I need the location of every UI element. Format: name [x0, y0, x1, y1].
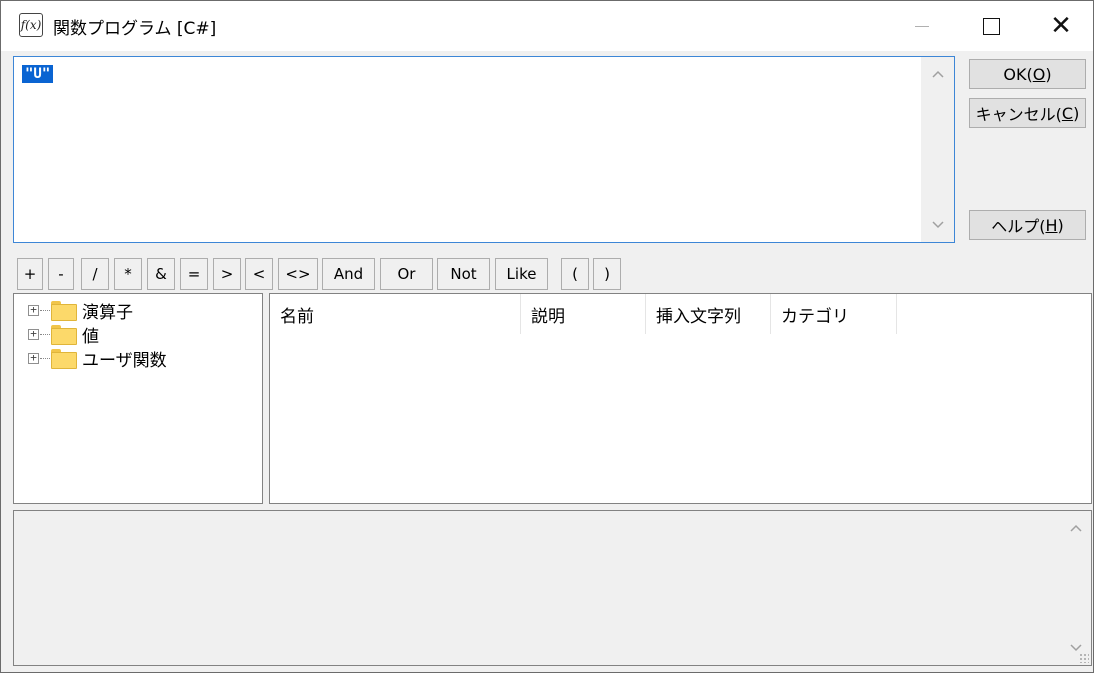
ok-button[interactable]: OK(O) [969, 59, 1086, 89]
operator-plus-button[interactable]: + [17, 258, 43, 290]
tree-item-values[interactable]: + 値 [28, 323, 99, 347]
window-title: 関数プログラム [C#] [53, 19, 217, 39]
folder-icon [51, 325, 77, 345]
folder-icon [51, 301, 77, 321]
tree-item-label: 値 [82, 326, 99, 347]
operator-divide-button[interactable]: / [81, 258, 109, 290]
folder-icon [51, 349, 77, 369]
operator-close-paren-button[interactable]: ) [593, 258, 621, 290]
editor-scrollbar[interactable] [921, 57, 954, 242]
operator-greater-button[interactable]: > [213, 258, 241, 290]
minimize-icon [915, 25, 929, 27]
expression-editor[interactable]: "U" [13, 56, 955, 243]
maximize-button[interactable] [963, 1, 1019, 51]
title-bar: f(x) 関数プログラム [C#] ✕ [1, 1, 1093, 51]
cancel-button[interactable]: キャンセル(C) [969, 98, 1086, 128]
operator-like-button[interactable]: Like [495, 258, 548, 290]
operator-minus-button[interactable]: - [48, 258, 74, 290]
cancel-accesskey: C [1061, 103, 1074, 123]
help-suffix: ) [1057, 215, 1064, 235]
maximize-icon [982, 17, 1000, 35]
description-scrollbar[interactable] [1058, 511, 1091, 665]
operator-notequal-button[interactable]: <> [278, 258, 318, 290]
resize-grip-icon[interactable] [1079, 653, 1089, 663]
category-tree[interactable]: + 演算子 + 値 + ユーザ関数 [13, 293, 263, 504]
description-panel[interactable] [13, 510, 1092, 666]
help-button[interactable]: ヘルプ(H) [969, 210, 1086, 240]
expand-icon[interactable]: + [28, 328, 39, 340]
ok-suffix: ) [1045, 64, 1052, 84]
help-label: ヘルプ( [991, 217, 1046, 236]
column-header-category[interactable]: カテゴリ [771, 294, 897, 334]
close-icon: ✕ [1050, 11, 1072, 41]
cancel-suffix: ) [1073, 103, 1080, 123]
operator-and-button[interactable]: And [322, 258, 375, 290]
column-header-name[interactable]: 名前 [270, 294, 521, 334]
function-program-dialog: f(x) 関数プログラム [C#] ✕ "U" OK(O) キャンセル(C) ヘ… [0, 0, 1094, 673]
function-list[interactable]: 名前 説明 挿入文字列 カテゴリ [269, 293, 1092, 504]
operator-less-button[interactable]: < [245, 258, 273, 290]
list-header: 名前 説明 挿入文字列 カテゴリ [270, 294, 1091, 334]
close-button[interactable]: ✕ [1033, 1, 1089, 51]
column-header-description[interactable]: 説明 [521, 294, 646, 334]
cancel-label: キャンセル( [975, 105, 1062, 124]
expand-icon[interactable]: + [28, 304, 39, 316]
expression-text[interactable]: "U" [22, 65, 54, 83]
operator-not-button[interactable]: Not [437, 258, 490, 290]
tree-item-user-functions[interactable]: + ユーザ関数 [28, 347, 167, 371]
operator-or-button[interactable]: Or [380, 258, 433, 290]
operator-equals-button[interactable]: = [180, 258, 208, 290]
tree-item-label: 演算子 [82, 302, 133, 323]
expand-icon[interactable]: + [28, 352, 39, 364]
help-accesskey: H [1045, 215, 1058, 235]
scroll-down-icon[interactable] [921, 210, 954, 240]
column-header-insert-string[interactable]: 挿入文字列 [646, 294, 771, 334]
operator-open-paren-button[interactable]: ( [561, 258, 589, 290]
scroll-up-icon[interactable] [921, 59, 954, 89]
operator-concat-button[interactable]: & [147, 258, 175, 290]
function-icon: f(x) [19, 13, 43, 37]
scroll-up-icon[interactable] [1059, 513, 1092, 543]
tree-item-label: ユーザ関数 [82, 350, 167, 371]
operator-multiply-button[interactable]: * [114, 258, 142, 290]
ok-accesskey: O [1032, 64, 1046, 84]
ok-label: OK( [1003, 64, 1033, 84]
tree-item-operators[interactable]: + 演算子 [28, 299, 133, 323]
minimize-button[interactable] [894, 1, 950, 51]
